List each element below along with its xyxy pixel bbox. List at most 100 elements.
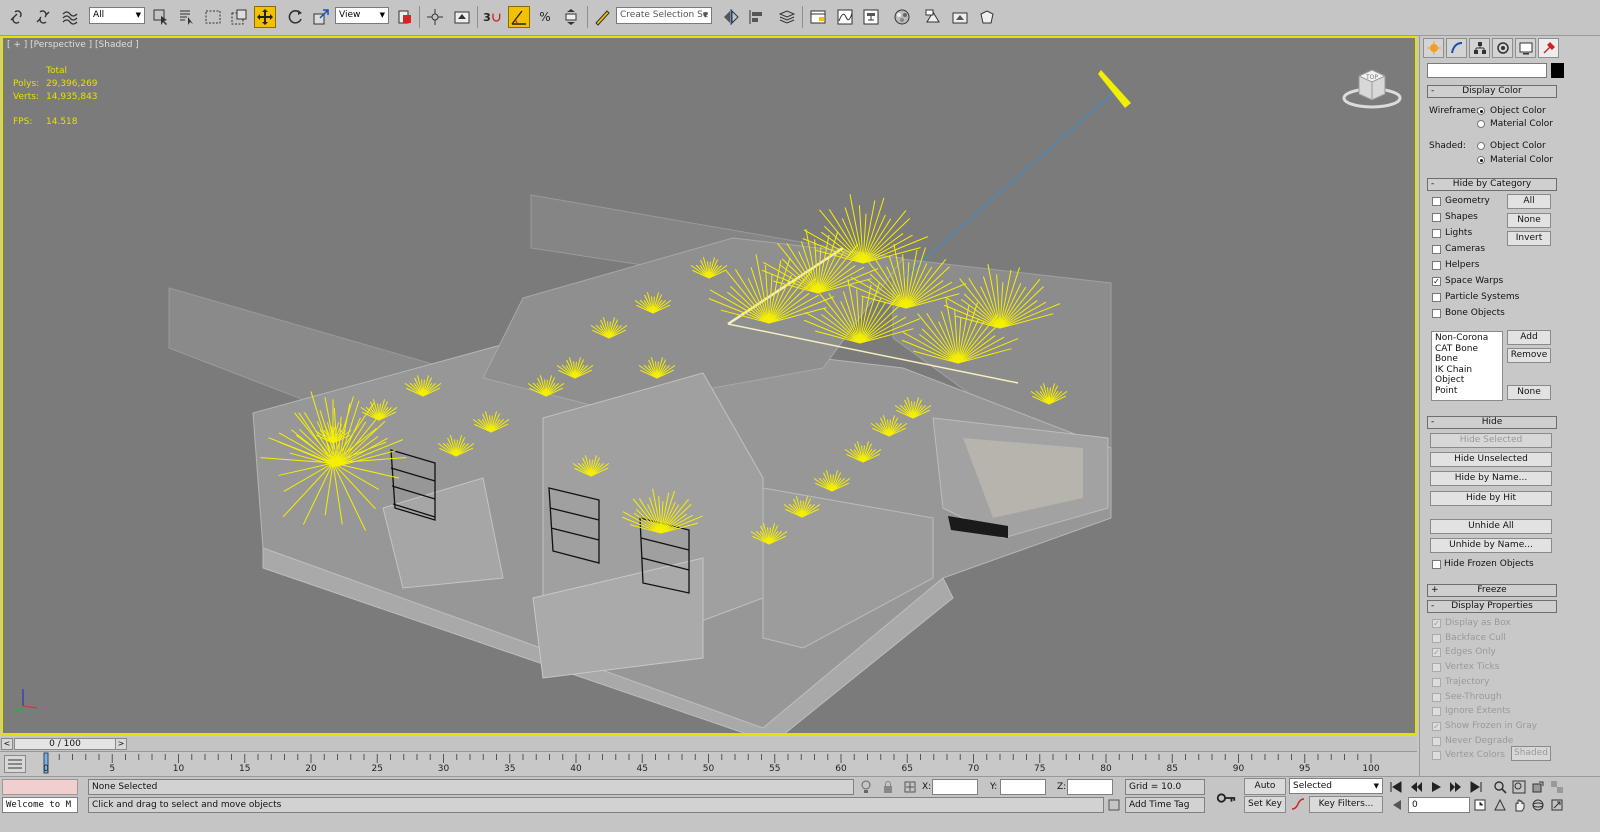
orbit-icon[interactable] <box>1530 797 1546 813</box>
vertex-colors-shaded-button[interactable]: Shaded <box>1511 746 1551 761</box>
time-slider-thumb[interactable]: 0 / 100 <box>14 738 116 750</box>
category-checkbox[interactable] <box>1432 245 1441 254</box>
edit-named-selection-icon[interactable] <box>591 6 613 28</box>
curve-editor-icon[interactable] <box>834 6 856 28</box>
zoom-extents-all-icon[interactable] <box>1549 779 1565 795</box>
pan-view-icon[interactable] <box>1511 797 1527 813</box>
wireframe-material-color-radio[interactable] <box>1477 120 1485 128</box>
set-key-mode-key-icon[interactable] <box>1214 786 1238 810</box>
category-checkbox[interactable] <box>1432 197 1441 206</box>
display-property-checkbox[interactable]: ✓ <box>1432 619 1441 628</box>
select-manipulate-icon[interactable] <box>424 6 446 28</box>
utilities-tab-icon[interactable] <box>1538 38 1559 58</box>
display-tab-icon[interactable] <box>1515 38 1536 58</box>
category-checkbox[interactable]: ✓ <box>1432 277 1441 286</box>
category-all-button[interactable]: All <box>1507 194 1551 209</box>
display-property-checkbox[interactable] <box>1432 707 1441 716</box>
percent-snap-icon[interactable]: % <box>534 6 556 28</box>
list-item[interactable]: Point <box>1435 386 1499 397</box>
category-checkbox[interactable] <box>1432 293 1441 302</box>
display-color-rollout[interactable]: - Display Color <box>1427 85 1557 98</box>
display-properties-rollout[interactable]: - Display Properties <box>1427 600 1557 613</box>
time-configuration-icon[interactable] <box>1472 797 1488 813</box>
unlink-icon[interactable] <box>32 6 54 28</box>
object-name-field[interactable] <box>1427 63 1547 78</box>
mirror-icon[interactable] <box>720 6 742 28</box>
y-coordinate-field[interactable] <box>1000 779 1046 795</box>
zoom-icon[interactable] <box>1492 779 1508 795</box>
maximize-viewport-icon[interactable] <box>1549 797 1565 813</box>
display-property-checkbox[interactable] <box>1432 737 1441 746</box>
align-icon[interactable] <box>746 6 768 28</box>
maxscript-listener-pink[interactable] <box>2 779 78 795</box>
category-checkbox[interactable] <box>1432 261 1441 270</box>
hide-unselected-button[interactable]: Hide Unselected <box>1430 452 1552 467</box>
display-property-checkbox[interactable] <box>1432 693 1441 702</box>
category-checkbox[interactable] <box>1432 309 1441 318</box>
shaded-material-color-radio[interactable] <box>1477 156 1485 164</box>
category-none-button[interactable]: None <box>1507 213 1551 228</box>
motion-tab-icon[interactable] <box>1492 38 1513 58</box>
shaded-object-color-radio[interactable] <box>1477 142 1485 150</box>
field-of-view-icon[interactable] <box>1492 797 1508 813</box>
add-time-tag-field[interactable]: Add Time Tag <box>1125 797 1205 813</box>
select-object-icon[interactable] <box>150 6 172 28</box>
select-and-move-icon[interactable] <box>254 6 276 28</box>
display-property-checkbox[interactable] <box>1432 678 1441 687</box>
key-filters-button[interactable]: Key Filters... <box>1309 796 1383 813</box>
freeze-rollout[interactable]: + Freeze <box>1427 584 1557 597</box>
render-setup-icon[interactable] <box>922 6 944 28</box>
create-tab-icon[interactable] <box>1423 38 1444 58</box>
perspective-viewport[interactable]: [ + ] [Perspective ] [Shaded ] Total Pol… <box>1 36 1417 735</box>
hide-by-hit-button[interactable]: Hide by Hit <box>1430 491 1552 506</box>
list-item[interactable]: CAT Bone <box>1435 344 1499 355</box>
unhide-all-button[interactable]: Unhide All <box>1430 519 1552 534</box>
time-slider[interactable]: < 0 / 100 > <box>0 737 1417 751</box>
wireframe-object-color-radio[interactable] <box>1477 107 1485 115</box>
track-bar[interactable]: 0 5 10 15 20 25 30 35 40 45 50 55 60 65 70 75 80 85 90 95 10… <box>0 751 1417 776</box>
hide-category-listbox[interactable]: Non-Corona CAT Bone Bone IK Chain Object… <box>1431 331 1503 401</box>
rectangular-selection-icon[interactable] <box>202 6 224 28</box>
reference-coord-dropdown[interactable]: View ▼ <box>335 7 389 24</box>
spinner-snap-icon[interactable] <box>560 6 582 28</box>
window-crossing-icon[interactable] <box>228 6 250 28</box>
angle-snap-icon[interactable] <box>508 6 530 28</box>
auto-key-button[interactable]: Auto Key <box>1244 778 1286 806</box>
maxscript-mini-listener[interactable]: Welcome to M <box>2 797 78 813</box>
time-tag-icon[interactable] <box>1106 797 1122 813</box>
layer-manager-icon[interactable] <box>776 6 798 28</box>
keyboard-shortcut-override-icon[interactable] <box>451 6 473 28</box>
category-none2-button[interactable]: None <box>1507 385 1551 400</box>
selection-lock-icon[interactable] <box>880 779 896 795</box>
link-icon[interactable] <box>6 6 28 28</box>
zoom-extents-icon[interactable] <box>1530 779 1546 795</box>
hide-by-name-button[interactable]: Hide by Name... <box>1430 471 1552 486</box>
default-tangent-icon[interactable] <box>1290 796 1306 812</box>
viewport-label[interactable]: [ + ] [Perspective ] [Shaded ] <box>7 40 139 50</box>
object-color-swatch[interactable] <box>1551 63 1564 78</box>
time-slider-prev-button[interactable]: < <box>1 738 13 750</box>
rendered-frame-window-icon[interactable] <box>949 6 971 28</box>
display-property-checkbox[interactable]: ✓ <box>1432 722 1441 731</box>
snaps-toggle-icon[interactable]: 3 <box>482 6 504 28</box>
select-and-scale-icon[interactable] <box>310 6 332 28</box>
category-checkbox[interactable] <box>1432 229 1441 238</box>
hide-by-category-rollout[interactable]: - Hide by Category <box>1427 178 1557 191</box>
zoom-all-icon[interactable] <box>1511 779 1527 795</box>
previous-frame-icon[interactable] <box>1408 779 1424 795</box>
list-item[interactable]: IK Chain Object <box>1435 365 1499 386</box>
isolate-selection-icon[interactable] <box>858 779 874 795</box>
hide-frozen-checkbox[interactable] <box>1432 560 1441 569</box>
list-item[interactable]: Non-Corona <box>1435 333 1499 344</box>
scene-explorer-icon[interactable] <box>807 6 829 28</box>
display-property-checkbox[interactable] <box>1432 663 1441 672</box>
schematic-view-icon[interactable] <box>860 6 882 28</box>
current-frame-field[interactable]: 0 <box>1408 797 1470 813</box>
category-invert-button[interactable]: Invert <box>1507 231 1551 246</box>
named-selection-dropdown[interactable]: Create Selection Se ▼ <box>616 7 712 24</box>
viewcube[interactable]: TOP <box>1341 62 1403 112</box>
hide-selected-button[interactable]: Hide Selected <box>1430 433 1552 448</box>
time-slider-next-button[interactable]: > <box>115 738 127 750</box>
hide-rollout[interactable]: - Hide <box>1427 416 1557 429</box>
next-frame-icon[interactable] <box>1448 779 1464 795</box>
